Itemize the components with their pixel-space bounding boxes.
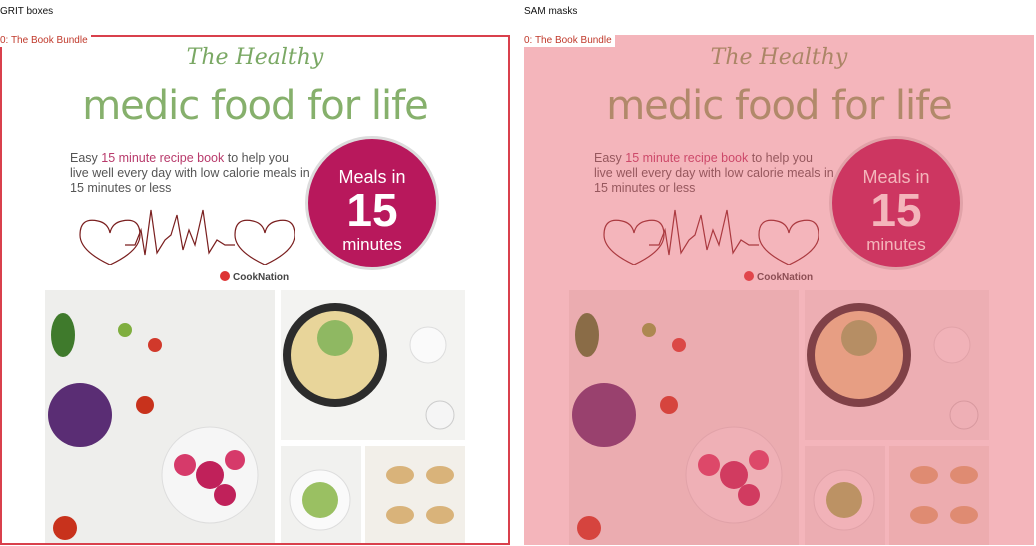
tagline-accent: 15 minute recipe book	[101, 151, 225, 165]
food-photo-collage	[569, 290, 989, 545]
badge-number: 15	[870, 184, 922, 236]
tagline-text: Easy	[594, 151, 626, 165]
panel-title: SAM masks	[524, 6, 578, 17]
grit-panel: GRIT boxes The Healthy medic food for li…	[0, 0, 512, 546]
cover-tagline: Easy 15 minute recipe book to help you l…	[594, 151, 834, 196]
box-label: 0: The Book Bundle	[524, 34, 615, 47]
tomato-icon	[744, 271, 754, 281]
heartbeat-icon	[603, 209, 819, 265]
meals-badge: Meals in 15 minutes	[305, 136, 439, 270]
brand-name: CookNation	[757, 272, 814, 283]
food-photo-collage	[45, 290, 465, 545]
badge-number: 15	[346, 184, 398, 236]
panel-title: GRIT boxes	[0, 6, 54, 17]
heartbeat-icon	[79, 209, 295, 265]
cover-headline: medic food for life	[606, 83, 953, 129]
cover-script-title: The Healthy	[186, 45, 324, 70]
cover-headline: medic food for life	[82, 83, 429, 129]
tomato-icon	[220, 271, 230, 281]
box-label: 0: The Book Bundle	[0, 34, 91, 47]
book-cover-image: The Healthy medic food for life Easy 15 …	[0, 35, 510, 545]
tagline-accent: 15 minute recipe book	[625, 151, 749, 165]
cover-script-title: The Healthy	[710, 45, 848, 70]
book-cover-image: The Healthy medic food for life Easy 15 …	[524, 35, 1034, 545]
brand-logo: CookNation	[744, 271, 813, 283]
tagline-text: Easy	[70, 151, 102, 165]
badge-bottom: minutes	[866, 235, 926, 254]
cover-tagline: Easy 15 minute recipe book to help you l…	[70, 151, 310, 196]
badge-bottom: minutes	[342, 235, 402, 254]
brand-name: CookNation	[233, 272, 290, 283]
meals-badge: Meals in 15 minutes	[829, 136, 963, 270]
brand-logo: CookNation	[220, 271, 289, 283]
sam-panel: SAM masks The Healthy medic food for lif…	[524, 0, 1036, 546]
